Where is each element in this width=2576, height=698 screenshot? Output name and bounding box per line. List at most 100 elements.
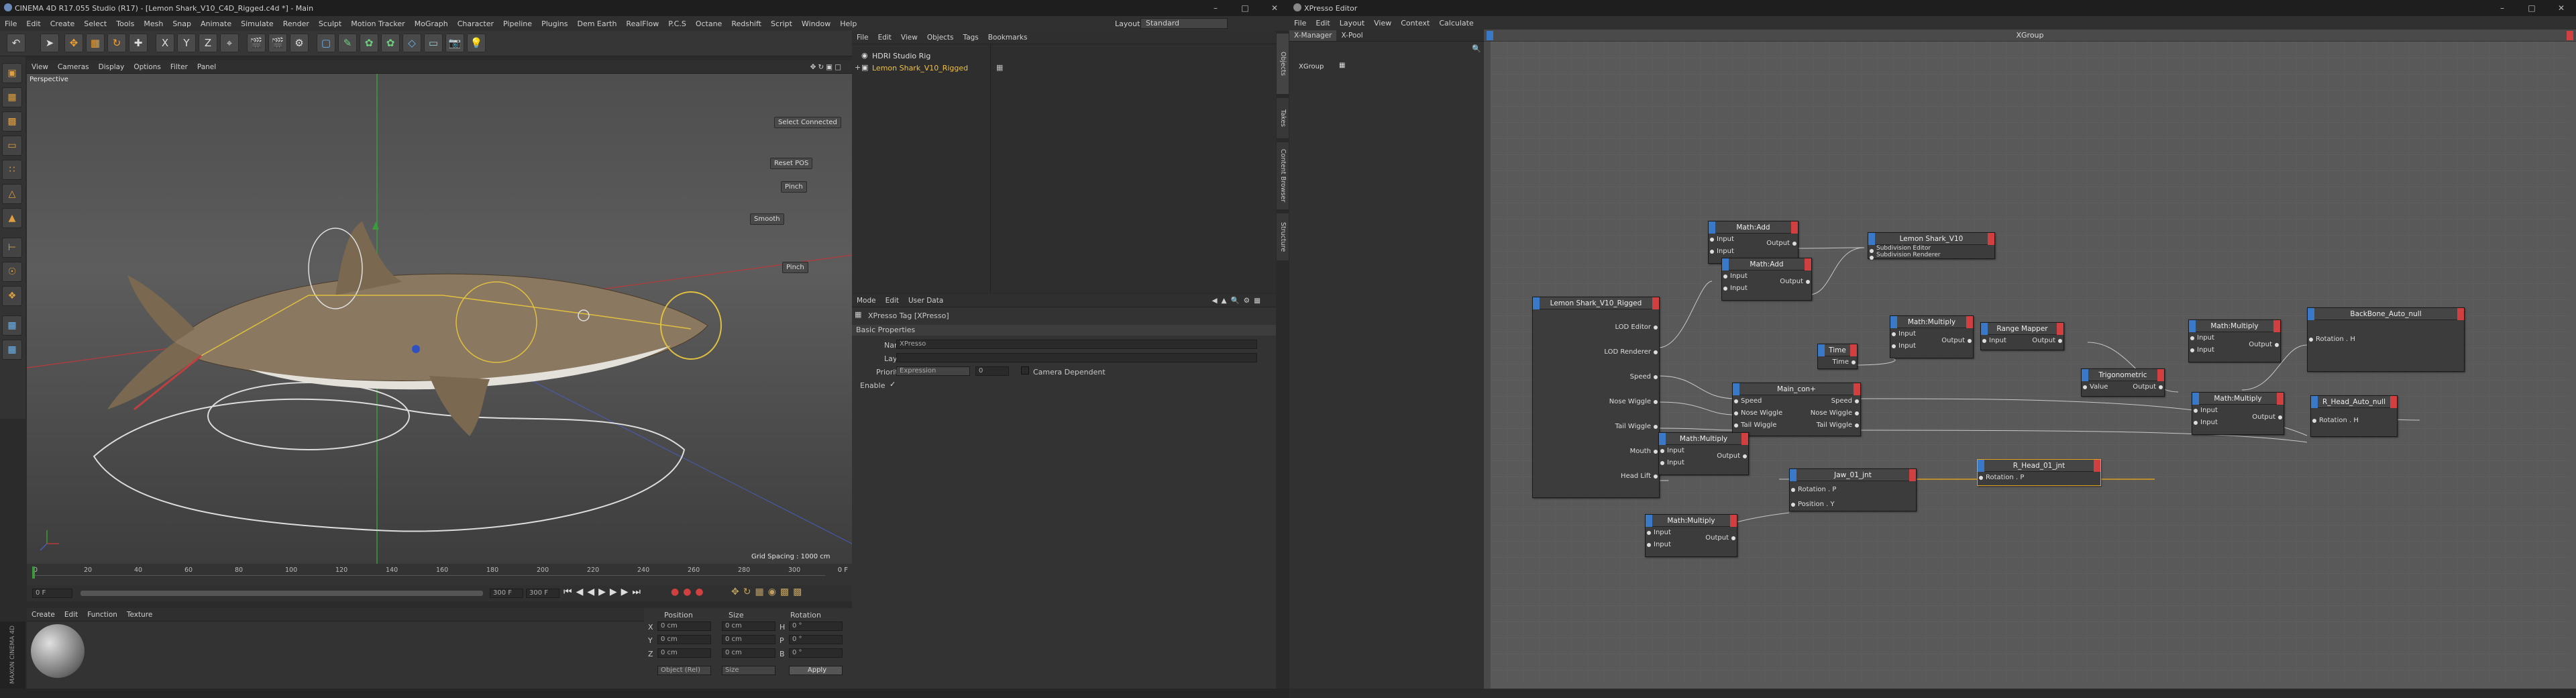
node-title[interactable]: Math:Multiply — [2189, 320, 2280, 332]
attr-menu-user-data[interactable]: User Data — [904, 297, 948, 305]
node-title[interactable]: Time — [1818, 344, 1857, 356]
node-title[interactable]: Math:Add — [1709, 221, 1798, 234]
model-mode-icon[interactable]: ▦ — [2, 87, 22, 107]
recent-tools-icon[interactable]: ✚ — [129, 34, 148, 52]
port-head-lift[interactable]: Head Lift — [1533, 470, 1659, 483]
attr-menu-mode[interactable]: Mode — [852, 297, 881, 305]
position-x-field[interactable]: 0 cm — [657, 621, 711, 631]
locked-workplane-icon[interactable]: ▦ — [2, 340, 22, 360]
size-y-field[interactable]: 0 cm — [722, 635, 775, 644]
node-math-add-2[interactable]: Math:Add Input Input Output — [1721, 258, 1812, 301]
port-speed[interactable]: Speed — [1533, 371, 1659, 383]
priority-select[interactable]: Expression — [896, 366, 970, 376]
menu-sculpt[interactable]: Sculpt — [314, 19, 346, 28]
apply-button[interactable]: Apply — [789, 666, 843, 675]
port-speed-out[interactable]: Speed — [1796, 395, 1860, 407]
port-nose-wiggle-in[interactable]: Nose Wiggle — [1733, 407, 1796, 419]
coord-size-mode-select[interactable]: Size — [722, 666, 775, 675]
deformer-icon[interactable]: ◇ — [402, 34, 421, 52]
port-output[interactable]: Output — [2244, 411, 2284, 423]
port-lod-editor[interactable]: LOD Editor — [1533, 321, 1659, 334]
menu-window[interactable]: Window — [797, 19, 835, 28]
workplane-lock-icon[interactable]: ▦ — [2, 315, 22, 336]
viewport-menu-cameras[interactable]: Cameras — [53, 63, 94, 71]
port-output[interactable]: Output — [2024, 335, 2063, 347]
frame-range-slider[interactable] — [80, 591, 483, 596]
objects-menu-objects[interactable]: Objects — [922, 34, 959, 42]
material-menu-texture[interactable]: Texture — [122, 611, 157, 619]
tab-x-pool[interactable]: X-Pool — [1336, 30, 1367, 41]
menu-mograph[interactable]: MoGraph — [410, 19, 453, 28]
menu-render[interactable]: Render — [278, 19, 314, 28]
edges-mode-icon[interactable]: △ — [2, 184, 22, 204]
tab-x-manager[interactable]: X-Manager — [1289, 30, 1337, 41]
menu-tools[interactable]: Tools — [111, 19, 139, 28]
xp-menu-edit[interactable]: Edit — [1311, 19, 1334, 28]
port-mouth[interactable]: Mouth — [1533, 446, 1659, 458]
menu-snap[interactable]: Snap — [168, 19, 196, 28]
camera-icon[interactable]: 📷 — [445, 34, 464, 52]
enable-axis-icon[interactable]: ⊢ — [2, 238, 22, 258]
snap-icon[interactable]: ❖ — [2, 286, 22, 306]
node-backbone-auto-null[interactable]: BackBone_Auto_null Rotation . H — [2307, 307, 2465, 372]
node-time[interactable]: Time Time — [1817, 344, 1858, 369]
perspective-viewport[interactable]: Perspective Select Connected Reset POS P… — [27, 74, 852, 564]
menu-octane[interactable]: Octane — [691, 19, 727, 28]
start-frame-field[interactable]: 0 F — [32, 589, 72, 598]
scale-icon[interactable]: ▦ — [86, 34, 105, 52]
port-tail-wiggle-in[interactable]: Tail Wiggle — [1733, 419, 1796, 432]
render-picture-viewer-icon[interactable]: 🎬 — [268, 34, 287, 52]
position-z-field[interactable]: 0 cm — [657, 648, 711, 658]
menu-edit[interactable]: Edit — [21, 19, 45, 28]
tree-search-icon[interactable]: 🔍 — [1472, 44, 1481, 53]
record-keys-icon[interactable]: ●●● — [671, 587, 708, 597]
name-field[interactable]: XPresso — [896, 340, 1257, 349]
undo-icon[interactable]: ↶ — [7, 34, 25, 52]
array-icon[interactable]: ✿ — [381, 34, 400, 52]
menu-motion-tracker[interactable]: Motion Tracker — [346, 19, 409, 28]
viewport-menu-panel[interactable]: Panel — [193, 63, 221, 71]
menu-select[interactable]: Select — [79, 19, 111, 28]
node-r-head-01-jnt[interactable]: R_Head_01_jnt Rotation . P — [1977, 459, 2101, 486]
node-title[interactable]: Lemon Shark_V10_Rigged — [1533, 297, 1659, 309]
texture-mode-icon[interactable]: ▩ — [2, 111, 22, 132]
node-title[interactable]: Range Mapper — [1981, 323, 2063, 335]
attr-menu-edit[interactable]: Edit — [881, 297, 904, 305]
spline-pen-icon[interactable]: ✎ — [338, 34, 357, 52]
node-trigonometric[interactable]: Trigonometric Value Output — [2081, 368, 2165, 397]
minimize-icon[interactable]: – — [1201, 0, 1230, 16]
priority-number[interactable]: 0 — [975, 366, 1009, 376]
xp-menu-context[interactable]: Context — [1396, 19, 1434, 28]
node-title[interactable]: Jaw_01_jnt — [1790, 469, 1916, 481]
end-frame-field[interactable]: 300 F — [490, 589, 523, 598]
live-selection-icon[interactable]: ➤ — [40, 34, 59, 52]
menu-pipeline[interactable]: Pipeline — [498, 19, 537, 28]
menu-simulate[interactable]: Simulate — [236, 19, 278, 28]
reset-pos-button[interactable]: Reset POS — [770, 158, 813, 169]
pinch-button[interactable]: Pinch — [781, 181, 807, 193]
port-rotation-p[interactable]: Rotation . P — [1790, 484, 1916, 496]
objects-menu-view[interactable]: View — [896, 34, 922, 42]
node-math-multiply-2[interactable]: Math:Multiply Input Input Output — [2188, 319, 2281, 362]
workplane-icon[interactable]: ▭ — [2, 136, 22, 156]
menu-pcs[interactable]: P.C.S — [663, 19, 691, 28]
node-lemon-shark-v10[interactable]: Lemon Shark_V10 Subdivision Editor Subdi… — [1868, 232, 1995, 260]
basic-properties-header[interactable]: Basic Properties — [852, 325, 1276, 336]
port-rotation-p[interactable]: Rotation . P — [1978, 472, 2100, 484]
node-title[interactable]: Lemon Shark_V10 — [1868, 233, 1994, 245]
port-nose-wiggle-out[interactable]: Nose Wiggle — [1796, 407, 1860, 419]
z-axis-icon[interactable]: Z — [199, 34, 217, 52]
xpresso-maximize-icon[interactable]: □ — [2517, 0, 2546, 16]
attr-nav-icons[interactable]: ◀▲🔍⚙▦ — [1207, 296, 1269, 305]
menu-dem-earth[interactable]: Dem Earth — [572, 19, 621, 28]
port-output[interactable]: Output — [1933, 335, 1973, 347]
objects-menu-file[interactable]: File — [852, 34, 873, 42]
node-main-con[interactable]: Main_con+ Speed Nose Wiggle Tail Wiggle … — [1732, 383, 1861, 436]
tab-structure[interactable]: Structure — [1277, 213, 1289, 260]
coord-mode-select[interactable]: Object (Rel) — [657, 666, 711, 675]
end-frame-field-2[interactable]: 300 F — [526, 589, 559, 598]
tab-takes[interactable]: Takes — [1277, 98, 1289, 138]
light-icon[interactable]: 💡 — [467, 34, 486, 52]
xpresso-graph[interactable]: XGroup Lemon Shark_V10_Rigged LOD Editor… — [1484, 30, 2576, 689]
viewport-nav-icons[interactable]: ✥↻▣□ — [806, 63, 848, 71]
